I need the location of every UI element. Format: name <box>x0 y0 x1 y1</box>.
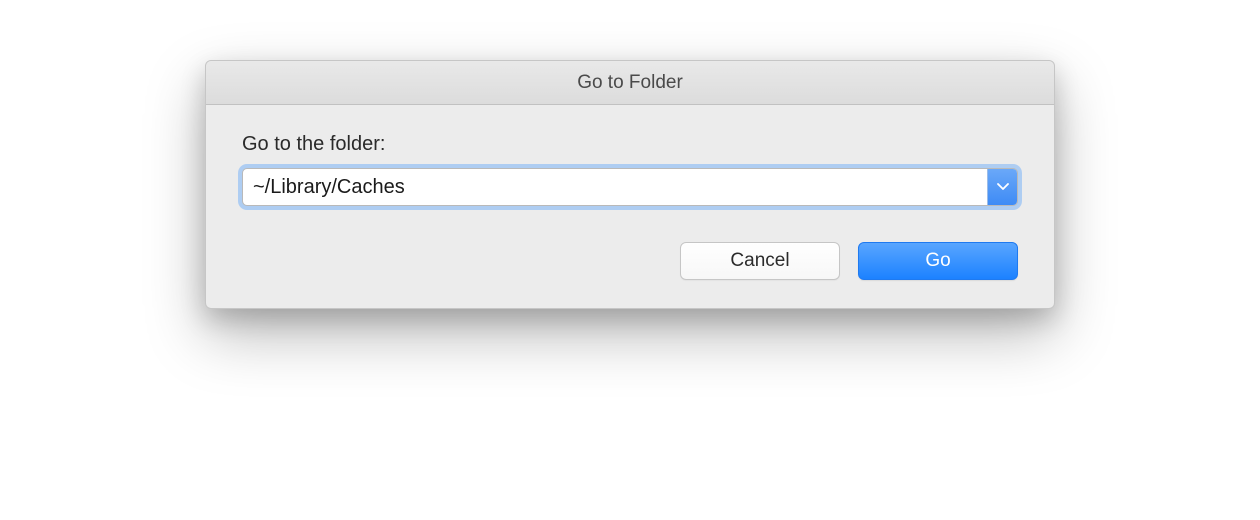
cancel-button[interactable]: Cancel <box>680 242 840 280</box>
prompt-label: Go to the folder: <box>242 133 1018 156</box>
titlebar: Go to Folder <box>206 61 1054 105</box>
dialog-title: Go to Folder <box>577 72 683 94</box>
chevron-down-icon <box>997 183 1009 191</box>
go-to-folder-dialog: Go to Folder Go to the folder: Cancel Go <box>205 60 1055 309</box>
go-button[interactable]: Go <box>858 242 1018 280</box>
path-combobox[interactable] <box>242 168 1018 206</box>
dropdown-toggle[interactable] <box>987 169 1017 205</box>
path-input[interactable] <box>243 169 987 205</box>
dialog-content: Go to the folder: Cancel Go <box>206 105 1054 308</box>
button-row: Cancel Go <box>242 242 1018 280</box>
